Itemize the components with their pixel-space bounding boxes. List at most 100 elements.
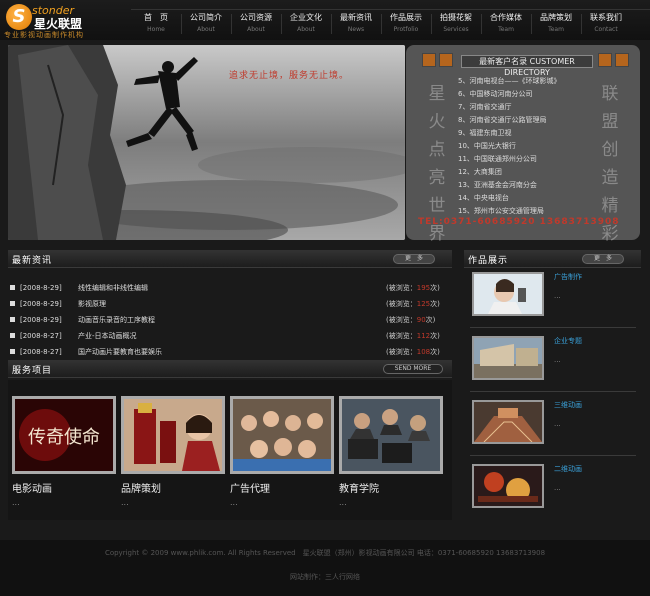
news-link[interactable]: 国产动画片要教育也要娱乐 (78, 344, 162, 360)
news-link[interactable]: 线性编辑和非线性编辑 (78, 280, 148, 296)
ad-production-image (474, 274, 542, 314)
services-header: 服务项目 SEND MORE (8, 360, 452, 378)
work-thumb[interactable] (472, 272, 544, 316)
nav-home[interactable]: 首 页 Home (131, 12, 181, 36)
news-date: [2008-8-27] (20, 348, 62, 356)
service-thumb-education[interactable] (339, 396, 443, 474)
education-image (342, 399, 440, 471)
nav-label: 联系我们 (590, 13, 622, 22)
main-nav: 首 页 Home 公司简介 About 公司资源 About 企业文化 About 最新… (131, 9, 650, 37)
nav-media-partners[interactable]: 合作媒体 Team (481, 12, 531, 36)
directory-item: 15、郑州市公安交通管理局 (458, 207, 544, 215)
views-prefix: (被浏览： (386, 316, 417, 324)
news-item[interactable]: [2008-8-27] 国产动画片要教育也要娱乐 (被浏览：108次) (8, 344, 448, 360)
service-label[interactable]: 广告代理 (230, 480, 270, 495)
directory-phone: TEL:0371-60685920 13683713908 (418, 217, 620, 227)
logo-tagline: 专业影视动画制作机构 (4, 31, 84, 39)
news-views: (被浏览：112次) (386, 328, 440, 344)
nav-sublabel: Team (548, 26, 564, 33)
nav-contact[interactable]: 联系我们 Contact (581, 12, 631, 36)
views-count: 112 (416, 332, 431, 340)
news-link[interactable]: 动画音乐录音的工序教程 (78, 312, 155, 328)
directory-list: 5、河南电视台——《环球影城》 6、中国移动河南分公司 7、河南省交通厅 8、河… (458, 75, 598, 215)
corporate-feature-image (474, 338, 542, 378)
services-panel: 传奇使命 电影动画 ... 品牌策划 ... 广告代理 ... 教育学院 ... (8, 380, 452, 520)
nav-news[interactable]: 最新资讯 News (331, 12, 381, 36)
nav-brand-planning[interactable]: 品牌策划 Team (531, 12, 581, 36)
directory-prev-button-2[interactable] (439, 53, 453, 67)
nav-behind-scenes[interactable]: 拍摄花絮 Services (431, 12, 481, 36)
directory-item: 8、河南省交通厅公路管理局 (458, 116, 547, 124)
nav-portfolio[interactable]: 作品展示 Protfolio (381, 12, 431, 36)
work-title[interactable]: 二维动画 (554, 464, 582, 474)
views-prefix: (被浏览： (386, 300, 417, 308)
directory-next-button[interactable] (598, 53, 612, 67)
slogan-char: 联 (601, 84, 619, 104)
news-link[interactable]: 影视原理 (78, 296, 106, 312)
service-dots: ... (230, 498, 238, 507)
views-prefix: (被浏览： (386, 332, 417, 340)
news-item[interactable]: [2008-8-29] 动画音乐录音的工序教程 (被浏览：90次) (8, 312, 448, 328)
directory-next-button-2[interactable] (615, 53, 629, 67)
footer-credit[interactable]: 网站制作：三人行网络 (0, 572, 650, 582)
nav-label: 首 页 (144, 13, 168, 22)
work-title[interactable]: 企业专题 (554, 336, 582, 346)
service-dots: ... (121, 498, 129, 507)
directory-item: 5、河南电视台——《环球影城》 (458, 77, 561, 85)
news-title: 最新资讯 (12, 256, 53, 266)
news-list: [2008-8-29] 线性编辑和非线性编辑 (被浏览：195次) [2008-… (8, 280, 448, 360)
news-item[interactable]: [2008-8-29] 线性编辑和非线性编辑 (被浏览：195次) (8, 280, 448, 296)
work-item[interactable]: 二维动画 ... (470, 460, 636, 520)
work-title[interactable]: 三维动画 (554, 400, 582, 410)
slogan-char: 亮 (428, 168, 446, 188)
news-header: 最新资讯 更 多 (8, 250, 452, 268)
ad-agency-image (233, 399, 331, 471)
work-item[interactable]: 广告制作 ... (470, 268, 636, 328)
news-more-button[interactable]: 更 多 (393, 254, 435, 264)
works-list: 广告制作 ... 企业专题 ... 三维动画 ... 二维动画 ... (464, 250, 641, 525)
hero-banner: 追求无止境，服务无止境。 (8, 45, 405, 240)
nav-sublabel: About (197, 26, 215, 33)
customer-directory: 最新客户名录 CUSTOMER DIRECTORY 星 火 点 亮 世 界 5、… (406, 45, 640, 244)
work-thumb[interactable] (472, 464, 544, 508)
slogan-char: 星 (428, 84, 446, 104)
nav-company-intro[interactable]: 公司简介 About (181, 12, 231, 36)
logo[interactable]: S stonder 星火联盟 专业影视动画制作机构 (4, 2, 104, 39)
slogan-char: 点 (428, 140, 446, 160)
service-label[interactable]: 品牌策划 (121, 480, 161, 495)
views-count: 90 (416, 316, 426, 324)
work-dots: ... (554, 292, 561, 300)
directory-item: 11、中国联通郑州分公司 (458, 155, 537, 163)
hero-slogan: 追求无止境，服务无止境。 (229, 71, 350, 81)
service-thumb-film[interactable]: 传奇使命 (12, 396, 116, 474)
work-title[interactable]: 广告制作 (554, 272, 582, 282)
directory-prev-button[interactable] (422, 53, 436, 67)
news-views: (被浏览：108次) (386, 344, 440, 360)
views-suffix: 次) (430, 284, 440, 292)
slogan-char: 火 (428, 112, 446, 132)
work-thumb[interactable] (472, 336, 544, 380)
nav-sublabel: Home (147, 26, 165, 33)
service-thumb-brand[interactable] (121, 396, 225, 474)
directory-item: 7、河南省交通厅 (458, 103, 512, 111)
service-label[interactable]: 教育学院 (339, 480, 379, 495)
news-item[interactable]: [2008-8-27] 产业-日本动画概况 (被浏览：112次) (8, 328, 448, 344)
service-thumb-ad[interactable] (230, 396, 334, 474)
work-item[interactable]: 企业专题 ... (470, 332, 636, 392)
news-views: (被浏览：90次) (386, 312, 435, 328)
footer: Copyright © 2009 www.phlik.com. All Righ… (0, 540, 650, 596)
bullet-icon (10, 317, 15, 322)
nav-label: 公司简介 (190, 13, 222, 22)
news-item[interactable]: [2008-8-29] 影视原理 (被浏览：125次) (8, 296, 448, 312)
service-label[interactable]: 电影动画 (12, 480, 52, 495)
services-more-button[interactable]: SEND MORE (383, 364, 443, 374)
nav-culture[interactable]: 企业文化 About (281, 12, 331, 36)
nav-company-resources[interactable]: 公司资源 About (231, 12, 281, 36)
nav-sublabel: Contact (594, 26, 618, 33)
views-prefix: (被浏览： (386, 348, 417, 356)
work-item[interactable]: 三维动画 ... (470, 396, 636, 456)
nav-label: 合作媒体 (490, 13, 522, 22)
bullet-icon (10, 301, 15, 306)
news-link[interactable]: 产业-日本动画概况 (78, 328, 137, 344)
work-thumb[interactable] (472, 400, 544, 444)
